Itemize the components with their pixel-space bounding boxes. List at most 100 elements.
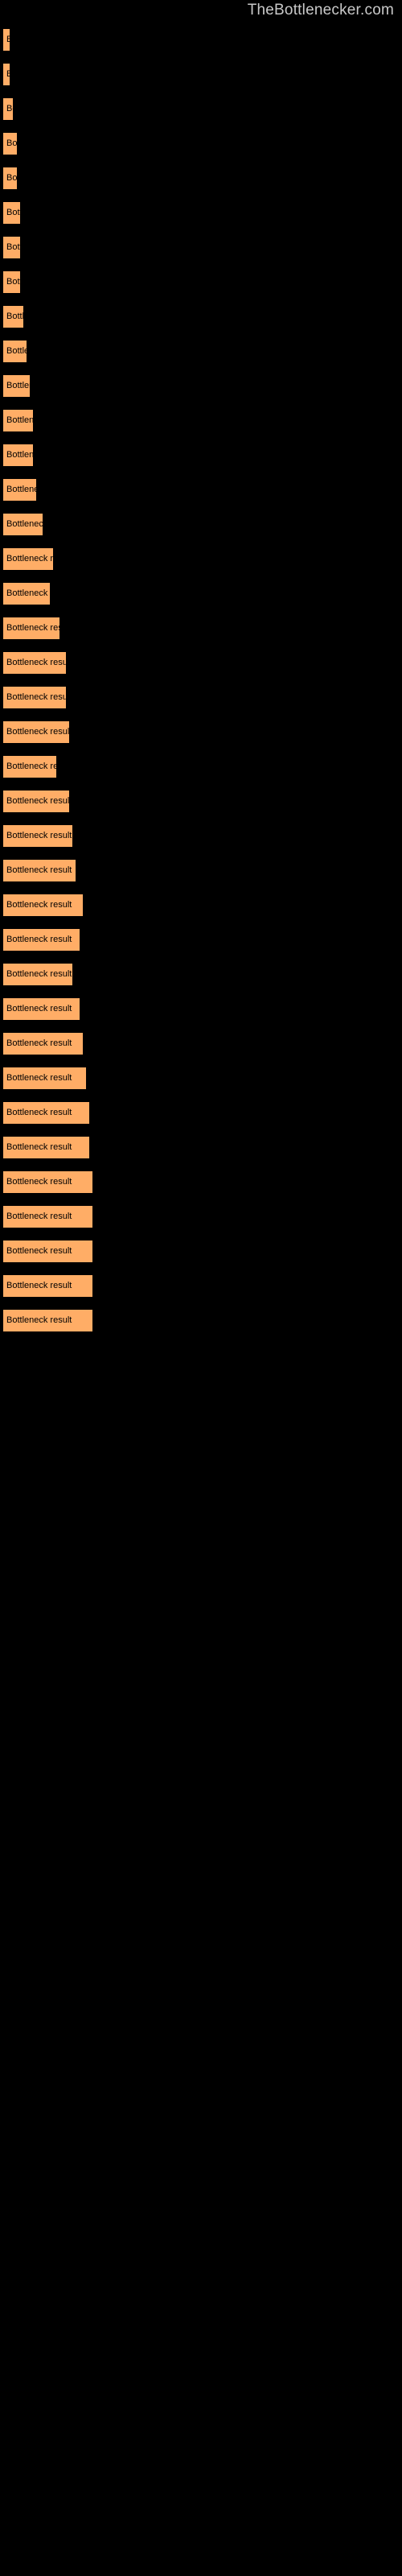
bar-value-label: Bottleneck result <box>6 865 72 875</box>
bar-value-label: Bottleneck result <box>6 796 69 806</box>
bar: Bottleneck result <box>3 756 56 778</box>
bar: Bottleneck result <box>3 860 76 881</box>
bar-row: Bottleneck result <box>0 196 402 230</box>
bar-value-label: Bottleneck result <box>6 415 33 425</box>
bar: Bottleneck result <box>3 617 59 639</box>
bar: Bottleneck result <box>3 548 53 570</box>
bar-value-label: Bottleneck result <box>6 658 66 667</box>
bar: Bottleneck result <box>3 237 20 258</box>
bar: Bottleneck result <box>3 1102 89 1124</box>
bar: Bottleneck result <box>3 1275 92 1297</box>
bar-value-label: Bottleneck result <box>6 69 10 79</box>
bar-value-label: Bottleneck result <box>6 692 66 702</box>
bar-row: Bottleneck result <box>0 230 402 265</box>
bar-value-label: Bottleneck result <box>6 346 27 356</box>
bar-row: Bottleneck result <box>0 819 402 853</box>
bar-row: Bottleneck result <box>0 715 402 749</box>
site-watermark: TheBottlenecker.com <box>247 2 394 19</box>
bar-value-label: Bottleneck result <box>6 623 59 633</box>
bar: Bottleneck result <box>3 894 83 916</box>
bar: Bottleneck result <box>3 1241 92 1262</box>
bar: Bottleneck result <box>3 98 13 120</box>
bar: Bottleneck result <box>3 929 80 951</box>
bar-row: Bottleneck result <box>0 299 402 334</box>
bar: Bottleneck result <box>3 202 20 224</box>
bar-row: Bottleneck result <box>0 438 402 473</box>
bar-row: Bottleneck result <box>0 992 402 1026</box>
bar-row: Bottleneck result <box>0 1061 402 1096</box>
bar-value-label: Bottleneck result <box>6 900 72 910</box>
bar-row: Bottleneck result <box>0 1026 402 1061</box>
bar-value-label: Bottleneck result <box>6 554 53 564</box>
bar-row: Bottleneck result <box>0 334 402 369</box>
bar-value-label: Bottleneck result <box>6 1004 72 1013</box>
bar-value-label: Bottleneck result <box>6 312 23 321</box>
bar-row: Bottleneck result <box>0 680 402 715</box>
bar: Bottleneck result <box>3 514 43 535</box>
bar: Bottleneck result <box>3 306 23 328</box>
bar: Bottleneck result <box>3 652 66 674</box>
bar: Bottleneck result <box>3 341 27 362</box>
bar-value-label: Bottleneck result <box>6 1281 72 1290</box>
bar-row: Bottleneck result <box>0 265 402 299</box>
bar-value-label: Bottleneck result <box>6 35 10 44</box>
bar-row: Bottleneck result <box>0 126 402 161</box>
bar: Bottleneck result <box>3 271 20 293</box>
bar-row: Bottleneck result <box>0 403 402 438</box>
bar-value-label: Bottleneck result <box>6 1142 72 1152</box>
bar-value-label: Bottleneck result <box>6 104 13 114</box>
bar-value-label: Bottleneck result <box>6 1246 72 1256</box>
bar-row: Bottleneck result <box>0 1165 402 1199</box>
bar: Bottleneck result <box>3 375 30 397</box>
bar: Bottleneck result <box>3 721 69 743</box>
bar-row: Bottleneck result <box>0 369 402 403</box>
bar: Bottleneck result <box>3 133 17 155</box>
bar-value-label: Bottleneck result <box>6 485 36 494</box>
bar: Bottleneck result <box>3 1310 92 1331</box>
bar-value-label: Bottleneck result <box>6 519 43 529</box>
bar-row: Bottleneck result <box>0 1199 402 1234</box>
bar-value-label: Bottleneck result <box>6 1315 72 1325</box>
bar: Bottleneck result <box>3 998 80 1020</box>
bar-row: Bottleneck result <box>0 1303 402 1338</box>
bar: Bottleneck result <box>3 1033 83 1055</box>
horizontal-bar-chart: Bottleneck result Bottleneck result Bottle… <box>0 23 402 1338</box>
bar-value-label: Bottleneck result <box>6 727 69 737</box>
bar-row: Bottleneck result <box>0 749 402 784</box>
bar-row: Bottleneck result <box>0 611 402 646</box>
bar: Bottleneck result <box>3 29 10 51</box>
bar-value-label: Bottleneck result <box>6 762 56 771</box>
bar-value-label: Bottleneck result <box>6 588 50 598</box>
bar: Bottleneck result <box>3 825 72 847</box>
bar: Bottleneck result <box>3 167 17 189</box>
bar-value-label: Bottleneck result <box>6 450 33 460</box>
bar-row: Bottleneck result <box>0 1234 402 1269</box>
bar-row: Bottleneck result <box>0 473 402 507</box>
bar-row: Bottleneck result <box>0 784 402 819</box>
bar-row: Bottleneck result <box>0 646 402 680</box>
bar-row: Bottleneck result <box>0 576 402 611</box>
bar: Bottleneck result <box>3 479 36 501</box>
bar-value-label: Bottleneck result <box>6 1073 72 1083</box>
bar-row: Bottleneck result <box>0 161 402 196</box>
bar: Bottleneck result <box>3 1067 86 1089</box>
bar-row: Bottleneck result <box>0 1130 402 1165</box>
bar-row: Bottleneck result <box>0 542 402 576</box>
bar: Bottleneck result <box>3 687 66 708</box>
bar: Bottleneck result <box>3 964 72 985</box>
bar-value-label: Bottleneck result <box>6 173 17 183</box>
bar-value-label: Bottleneck result <box>6 831 72 840</box>
bar: Bottleneck result <box>3 1206 92 1228</box>
bar-row: Bottleneck result <box>0 923 402 957</box>
bar-row: Bottleneck result <box>0 888 402 923</box>
bar-value-label: Bottleneck result <box>6 935 72 944</box>
bar: Bottleneck result <box>3 791 69 812</box>
bar: Bottleneck result <box>3 583 50 605</box>
bar-value-label: Bottleneck result <box>6 242 20 252</box>
bar-row: Bottleneck result <box>0 957 402 992</box>
bar-value-label: Bottleneck result <box>6 1177 72 1187</box>
bar-value-label: Bottleneck result <box>6 208 20 217</box>
bar-value-label: Bottleneck result <box>6 1108 72 1117</box>
bar-row: Bottleneck result <box>0 507 402 542</box>
bar-row: Bottleneck result <box>0 1269 402 1303</box>
